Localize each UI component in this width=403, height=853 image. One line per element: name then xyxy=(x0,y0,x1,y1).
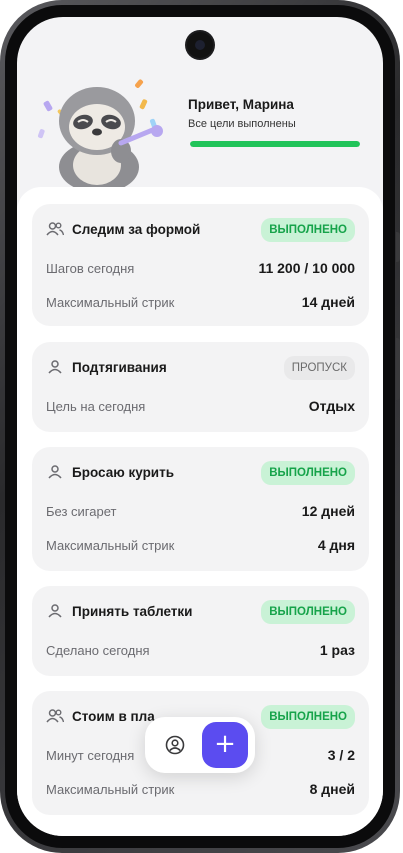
person-icon xyxy=(46,358,64,376)
status-badge: ВЫПОЛНЕНО xyxy=(261,600,355,624)
status-badge: ВЫПОЛНЕНО xyxy=(261,705,355,729)
goal-card[interactable]: Принять таблетки ВЫПОЛНЕНО Сделано сегод… xyxy=(32,586,369,676)
app-screen: Привет, Марина Все цели выполнены Следим… xyxy=(17,17,383,836)
goal-stat-row: Сделано сегодня 1 раз xyxy=(46,642,355,658)
stat-label: Без сигарет xyxy=(46,503,117,519)
goal-title: Подтягивания xyxy=(72,359,167,375)
goal-card[interactable]: Подтягивания ПРОПУСК Цель на сегодня Отд… xyxy=(32,342,369,432)
goal-stat-row: Максимальный стрик 8 дней xyxy=(46,781,355,797)
goal-title: Стоим в пла xyxy=(72,708,155,724)
goals-progress-fill xyxy=(190,141,360,147)
goal-title: Бросаю курить xyxy=(72,464,175,480)
sloth-mascot-illustration xyxy=(37,79,163,189)
stat-value: 11 200 / 10 000 xyxy=(258,260,355,276)
stat-label: Минут сегодня xyxy=(46,747,135,763)
front-camera xyxy=(187,32,213,58)
floating-action-bar: + xyxy=(145,717,255,773)
goal-card[interactable]: Следим за формой ВЫПОЛНЕНО Шагов сегодня… xyxy=(32,204,369,326)
status-badge: ВЫПОЛНЕНО xyxy=(261,461,355,485)
stat-value: Отдых xyxy=(308,398,355,414)
goal-card-header: Стоим в пла xyxy=(46,707,155,725)
goal-card-header: Следим за формой xyxy=(46,220,200,238)
add-goal-button[interactable]: + xyxy=(202,722,248,768)
goal-stat-row: Шагов сегодня 11 200 / 10 000 xyxy=(46,260,355,276)
stat-label: Сделано сегодня xyxy=(46,642,150,658)
stat-value: 3 / 2 xyxy=(327,747,355,763)
phone-bezel: Привет, Марина Все цели выполнены Следим… xyxy=(5,5,395,848)
goals-status-text: Все цели выполнены xyxy=(188,118,296,130)
stat-value: 4 дня xyxy=(317,537,355,553)
status-badge: ВЫПОЛНЕНО xyxy=(261,218,355,242)
profile-icon[interactable] xyxy=(165,735,185,755)
greeting-text: Привет, Марина xyxy=(188,97,294,112)
stat-value: 14 дней xyxy=(301,294,355,310)
goal-stat-row: Максимальный стрик 4 дня xyxy=(46,537,355,553)
person-icon xyxy=(46,602,64,620)
status-badge: ПРОПУСК xyxy=(283,356,355,380)
goal-stat-row: Цель на сегодня Отдых xyxy=(46,398,355,414)
goals-progress-bar xyxy=(190,141,360,147)
goal-card[interactable]: Бросаю курить ВЫПОЛНЕНО Без сигарет 12 д… xyxy=(32,447,369,571)
goal-title: Следим за формой xyxy=(72,221,201,237)
group-icon xyxy=(46,220,64,238)
goal-stat-row: Без сигарет 12 дней xyxy=(46,503,355,519)
stat-value: 8 дней xyxy=(309,781,355,797)
goal-card-header: Бросаю курить xyxy=(46,463,174,481)
stat-label: Цель на сегодня xyxy=(46,398,146,414)
stat-value: 12 дней xyxy=(301,503,355,519)
group-icon xyxy=(46,707,64,725)
goal-title: Принять таблетки xyxy=(72,603,193,619)
stat-value: 1 раз xyxy=(319,642,355,658)
goal-card-header: Принять таблетки xyxy=(46,602,192,620)
stat-label: Шагов сегодня xyxy=(46,260,135,276)
stat-label: Максимальный стрик xyxy=(46,537,175,553)
goal-stat-row: Максимальный стрик 14 дней xyxy=(46,294,355,310)
power-button xyxy=(396,338,400,400)
goal-card-header: Подтягивания xyxy=(46,358,167,376)
stat-label: Максимальный стрик xyxy=(46,294,175,310)
volume-up-button xyxy=(396,232,400,262)
stat-label: Максимальный стрик xyxy=(46,781,175,797)
person-icon xyxy=(46,463,64,481)
phone-frame: Привет, Марина Все цели выполнены Следим… xyxy=(0,0,400,853)
